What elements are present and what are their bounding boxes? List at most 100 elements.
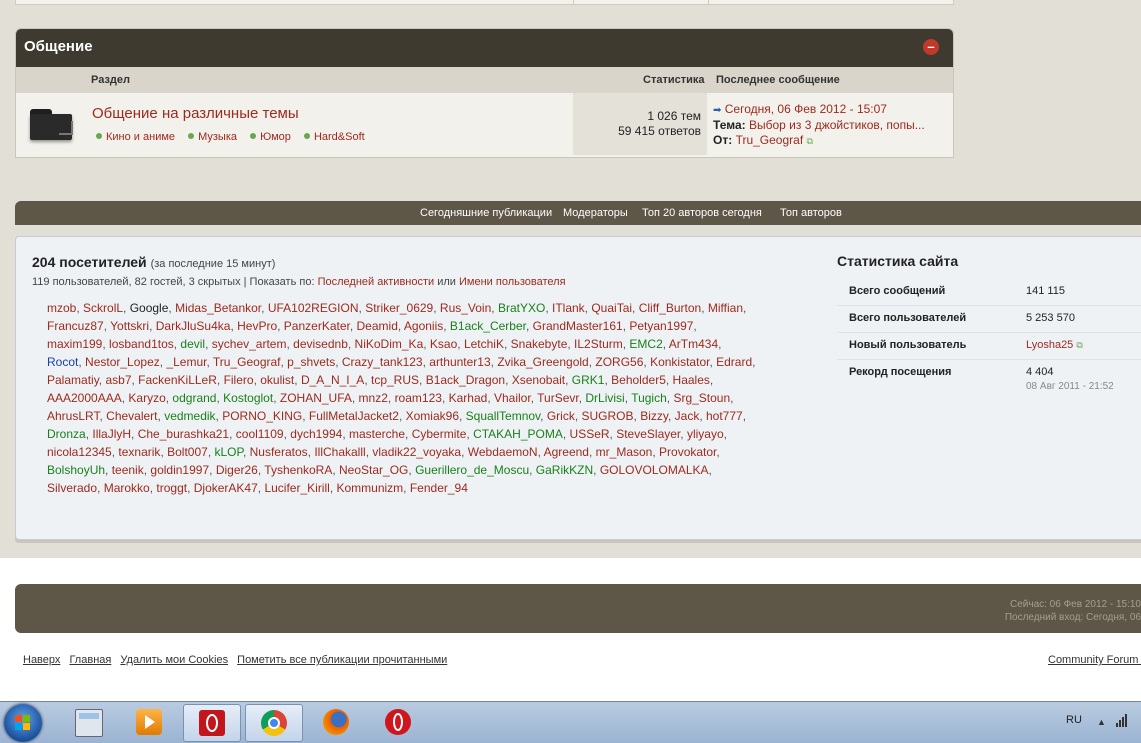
last-post-date[interactable]: Сегодня, 06 Фев 2012 - 15:07 (725, 102, 887, 116)
online-user-link[interactable]: SUGROB (582, 409, 634, 423)
online-user-link[interactable]: WebdaemoN (468, 445, 538, 459)
online-user-link[interactable]: Nestor_Lopez (85, 355, 160, 369)
online-user-link[interactable]: Che_burashka21 (138, 427, 229, 441)
online-user-link[interactable]: p_shvets (287, 355, 335, 369)
profile-popup-icon[interactable]: ⧉ (807, 136, 813, 146)
online-user-link[interactable]: D_A_N_I_A (301, 373, 364, 387)
online-user-link[interactable]: Konkistator (650, 355, 709, 369)
footer-link-home[interactable]: Главная (69, 654, 111, 666)
footer-link-mark-read[interactable]: Пометить все публикации прочитанными (237, 654, 447, 666)
online-user-link[interactable]: asb7 (105, 373, 131, 387)
online-user-link[interactable]: GrandMaster161 (533, 319, 623, 333)
online-user-link[interactable]: Karhad (449, 391, 488, 405)
online-user-link[interactable]: arthunter13 (429, 355, 490, 369)
online-user-link[interactable]: Silverado (47, 481, 97, 495)
online-user-link[interactable]: roam123 (395, 391, 442, 405)
online-user-link[interactable]: B1ack_Cerber (450, 319, 526, 333)
online-user-link[interactable]: Kommunizm (336, 481, 403, 495)
online-user-link[interactable]: mnz2 (359, 391, 388, 405)
online-user-link[interactable]: Provokator (659, 445, 716, 459)
online-user-link[interactable]: yliyayo (687, 427, 724, 441)
online-user-link[interactable]: Edrard (716, 355, 752, 369)
nav-moderators[interactable]: Модераторы (563, 207, 628, 219)
online-user-link[interactable]: AhrusLRT (47, 409, 99, 423)
online-user-link[interactable]: troggt (156, 481, 187, 495)
online-user-link[interactable]: ArTm434 (669, 337, 718, 351)
nav-today-posts[interactable]: Сегодняшние публикации (420, 207, 552, 219)
online-user-link[interactable]: NeoStar_OG (339, 463, 408, 477)
nav-top20-today[interactable]: Топ 20 авторов сегодня (642, 207, 762, 219)
online-user-link[interactable]: hot777 (706, 409, 743, 423)
online-user-link[interactable]: Nusferatos (250, 445, 308, 459)
online-user-link[interactable]: ZOHAN_UFA (280, 391, 352, 405)
goto-last-icon[interactable]: ➡ (713, 105, 721, 116)
sort-by-activity[interactable]: Последней активности (318, 276, 435, 288)
online-user-link[interactable]: Snakebyte (511, 337, 568, 351)
online-user-link[interactable]: GaRikKZN (536, 463, 593, 477)
online-user-link[interactable]: Ksao (430, 337, 457, 351)
online-user-link[interactable]: Zvika_Greengold (497, 355, 588, 369)
online-user-link[interactable]: UFA102REGION (268, 301, 359, 315)
show-hidden-icons-icon[interactable]: ▲ (1097, 717, 1106, 727)
online-user-link[interactable]: kLOP (214, 445, 242, 459)
online-user-link[interactable]: mzob (47, 301, 76, 315)
online-user-link[interactable]: cool1109 (236, 427, 284, 441)
online-user-link[interactable]: Cliff_Burton (639, 301, 701, 315)
online-user-link[interactable]: DarkJluSu4ka (156, 319, 231, 333)
online-user-link[interactable]: SckrolL (83, 301, 123, 315)
online-user-link[interactable]: dych1994 (290, 427, 342, 441)
online-user-link[interactable]: LetchiK (464, 337, 504, 351)
online-user-link[interactable]: EMC2 (629, 337, 662, 351)
online-user-link[interactable]: Chevalert (106, 409, 157, 423)
online-user-link[interactable]: IllChakalll (314, 445, 365, 459)
online-user-link[interactable]: Dronza (47, 427, 86, 441)
network-icon[interactable] (1116, 714, 1128, 728)
online-user-link[interactable]: Xsenobait (512, 373, 565, 387)
online-user-link[interactable]: NiKoDim_Ka (355, 337, 424, 351)
newest-member-link[interactable]: Lyosha25 (1026, 339, 1073, 351)
online-user-link[interactable]: Marokko (104, 481, 150, 495)
online-user-link[interactable]: GRK1 (572, 373, 605, 387)
online-user-link[interactable]: Grick (547, 409, 575, 423)
online-user-link[interactable]: vladik22_voyaka (372, 445, 461, 459)
online-user-link[interactable]: BolshoyUh (47, 463, 105, 477)
online-user-link[interactable]: Palamatiy (47, 373, 99, 387)
collapse-icon[interactable]: – (923, 39, 939, 55)
community-forum-link[interactable]: Community Forum S (1048, 654, 1141, 666)
online-user-link[interactable]: Google (130, 301, 169, 315)
online-user-link[interactable]: odgrand (172, 391, 216, 405)
online-user-link[interactable]: Vhailor (494, 391, 531, 405)
taskbar-chrome[interactable] (245, 704, 303, 742)
online-user-link[interactable]: PORNO_KING (222, 409, 302, 423)
taskbar-media-player[interactable] (121, 704, 177, 740)
online-user-link[interactable]: Midas_Betankor (175, 301, 261, 315)
footer-link-top[interactable]: Наверх (23, 654, 60, 666)
online-user-link[interactable]: Diger26 (216, 463, 258, 477)
online-user-link[interactable]: Agreend (544, 445, 589, 459)
subforum-link[interactable]: Кино и аниме (106, 131, 175, 143)
online-user-link[interactable]: _Lemur (166, 355, 206, 369)
online-user-link[interactable]: Bizzy (640, 409, 668, 423)
online-user-link[interactable]: texnarik (118, 445, 160, 459)
taskbar-firefox[interactable] (308, 704, 364, 740)
online-user-link[interactable]: B1ack_Dragon (426, 373, 505, 387)
last-author-link[interactable]: Tru_Geograf (736, 133, 804, 147)
online-user-link[interactable]: AAA2000AAA (47, 391, 122, 405)
online-user-link[interactable]: ZORG56 (595, 355, 643, 369)
online-user-link[interactable]: GOLOVOLOMALKA (600, 463, 709, 477)
online-user-link[interactable]: Petyan1997 (629, 319, 693, 333)
footer-link-delete-cookies[interactable]: Удалить мои Cookies (120, 654, 228, 666)
online-user-link[interactable]: FullMetalJacket2 (309, 409, 399, 423)
online-user-link[interactable]: IL2Sturm (574, 337, 623, 351)
online-user-link[interactable]: Miffian (708, 301, 743, 315)
online-user-link[interactable]: Karyzo (128, 391, 165, 405)
online-user-link[interactable]: ITlank (552, 301, 585, 315)
online-user-link[interactable]: Lucifer_Kirill (264, 481, 329, 495)
online-user-link[interactable]: nicola12345 (47, 445, 112, 459)
online-user-link[interactable]: Haales (673, 373, 710, 387)
online-user-link[interactable]: Cybermite (412, 427, 467, 441)
language-indicator[interactable]: RU (1066, 714, 1082, 726)
online-user-link[interactable]: Bolt007 (167, 445, 208, 459)
profile-popup-icon[interactable]: ⧉ (1076, 340, 1082, 350)
taskbar-opera-next[interactable] (183, 704, 241, 742)
